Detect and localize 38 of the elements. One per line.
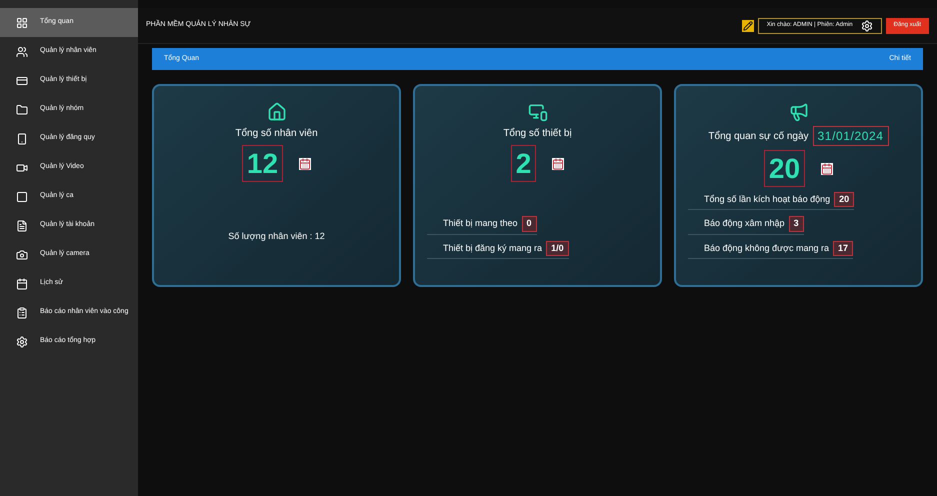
gear-icon[interactable] bbox=[860, 20, 873, 32]
calendar-icon bbox=[821, 162, 834, 174]
row-label: Số lượng nhân viên : 12 bbox=[228, 230, 325, 243]
row-value: 3 bbox=[788, 216, 804, 232]
phone-icon bbox=[16, 132, 28, 144]
row-value: 17 bbox=[833, 240, 854, 256]
stat-value: 12 bbox=[242, 145, 284, 182]
home-icon bbox=[266, 102, 286, 122]
document-icon bbox=[16, 220, 28, 232]
card-icon bbox=[16, 74, 28, 86]
card-title: Tổng quan sự cố ngày bbox=[708, 130, 809, 144]
video-icon bbox=[16, 162, 28, 174]
gear-icon bbox=[16, 336, 28, 348]
folder-icon bbox=[16, 104, 28, 116]
card-title: Tổng số nhân viên bbox=[235, 126, 318, 141]
card-title: Tổng số thiết bị bbox=[503, 126, 572, 141]
stat-value: 2 bbox=[510, 145, 536, 182]
camera-icon bbox=[16, 248, 28, 260]
megaphone-icon bbox=[788, 102, 808, 122]
date-value: 31/01/2024 bbox=[812, 126, 889, 146]
row-value: 20 bbox=[834, 192, 854, 207]
clipboard-icon bbox=[16, 306, 28, 318]
devices-icon bbox=[528, 102, 548, 122]
calendar-icon bbox=[299, 158, 312, 170]
stat-value: 20 bbox=[764, 150, 806, 187]
pencil-icon[interactable] bbox=[742, 20, 754, 32]
row-label: Báo động xâm nhập bbox=[704, 217, 785, 230]
row-value: 0 bbox=[522, 216, 537, 232]
row-value: 1/0 bbox=[546, 240, 569, 256]
grid-icon bbox=[16, 16, 28, 28]
row-label: Tổng số lần kích hoạt báo động bbox=[704, 192, 830, 206]
calendar-icon bbox=[16, 278, 28, 290]
users-icon bbox=[16, 46, 28, 58]
row-label: Thiết bị mang theo bbox=[443, 217, 518, 230]
row-label: Thiết bị đăng ký mang ra bbox=[443, 242, 542, 255]
square-icon bbox=[16, 190, 28, 202]
row-label: Báo động không được mang ra bbox=[704, 242, 830, 255]
calendar-icon bbox=[552, 158, 564, 170]
